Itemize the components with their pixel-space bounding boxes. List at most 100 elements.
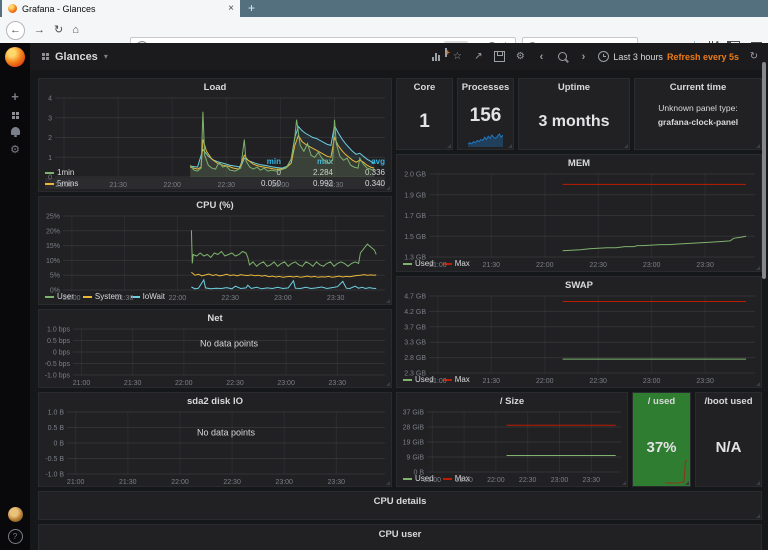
svg-text:0 B: 0 B <box>53 441 64 448</box>
panel-sda2-disk-io: sda2 disk IO 1.0 B0.5 B0 B-0.5 B-1.0 B21… <box>38 392 392 487</box>
panel-title[interactable]: Load <box>39 79 391 94</box>
svg-text:4.7 GB: 4.7 GB <box>404 294 426 301</box>
browser-tab-bar: Grafana - Glances × + <box>0 0 768 17</box>
svg-text:23:00: 23:00 <box>643 262 661 269</box>
svg-text:22:30: 22:30 <box>589 262 607 269</box>
share-dashboard-button[interactable]: ↗ <box>472 51 484 62</box>
panel-title[interactable]: CPU user <box>39 525 761 541</box>
panel-boot-used: /boot used N/A <box>695 392 762 487</box>
svg-text:22:00: 22:00 <box>536 378 554 385</box>
svg-text:21:00: 21:00 <box>429 262 447 269</box>
reload-icon[interactable]: ↻ <box>54 25 63 36</box>
panel-title[interactable]: Processes <box>458 79 513 94</box>
time-back-button[interactable]: ‹ <box>535 51 547 63</box>
scrollbar-thumb[interactable] <box>762 62 766 279</box>
configuration-gear-icon[interactable]: ⚙ <box>10 145 20 156</box>
help-icon[interactable]: ? <box>8 529 23 544</box>
svg-text:3: 3 <box>48 115 52 122</box>
swap-chart[interactable]: 4.7 GB4.2 GB3.7 GB3.3 GB2.8 GB2.3 GB21:0… <box>397 292 761 374</box>
svg-text:21:30: 21:30 <box>116 295 134 302</box>
svg-text:1.9 GB: 1.9 GB <box>404 192 426 199</box>
load-chart[interactable]: 4321021:0021:3022:0022:3023:0023:30 <box>39 94 391 156</box>
panel-title[interactable]: MEM <box>397 155 761 170</box>
dashboard-area: Load 4321021:0021:3022:0022:3023:0023:30… <box>30 70 768 550</box>
forward-icon[interactable]: → <box>34 25 45 36</box>
refresh-button[interactable]: ↻ <box>748 51 760 62</box>
svg-text:23:30: 23:30 <box>696 262 714 269</box>
svg-text:-1.0 bps: -1.0 bps <box>45 373 71 380</box>
grafana-sidebar: + ⚙ ? <box>0 43 30 550</box>
svg-text:22:00: 22:00 <box>536 262 554 269</box>
svg-text:21:30: 21:30 <box>483 378 501 385</box>
browser-tab[interactable]: Grafana - Glances × <box>2 0 240 17</box>
svg-text:1: 1 <box>48 155 52 162</box>
chart-canvas: 25%20%15%10%5%0%21:0021:3022:0022:3023:0… <box>39 212 391 302</box>
net-chart[interactable]: 1.0 bps0.5 bps0 bps-0.5 bps-1.0 bps21:00… <box>39 325 391 387</box>
svg-text:1.0 bps: 1.0 bps <box>47 327 70 334</box>
svg-text:22:00: 22:00 <box>169 295 187 302</box>
dashboards-icon[interactable] <box>12 112 19 119</box>
panel-title[interactable]: / used <box>633 393 690 408</box>
new-tab-button[interactable]: + <box>248 1 255 16</box>
time-forward-button[interactable]: › <box>577 51 589 63</box>
panel-cpu-details: CPU details <box>38 491 762 520</box>
save-icon <box>494 51 505 62</box>
dashboard-settings-button[interactable]: ⚙ <box>514 51 526 62</box>
chart-canvas: 1.0 bps0.5 bps0 bps-0.5 bps-1.0 bps21:00… <box>39 325 391 387</box>
chart-canvas: 4321021:0021:3022:0022:3023:0023:30 <box>39 94 391 189</box>
panel-title[interactable]: Core <box>397 79 452 94</box>
panel-title[interactable]: sda2 disk IO <box>39 393 391 408</box>
back-icon: ← <box>10 25 21 36</box>
svg-text:5%: 5% <box>50 273 60 280</box>
panel-title[interactable]: /boot used <box>696 393 761 408</box>
panel-core: Core 1 <box>396 78 453 150</box>
svg-text:15%: 15% <box>46 243 60 250</box>
panel-processes: Processes 156 <box>457 78 514 150</box>
star-dashboard-button[interactable]: ☆ <box>451 51 463 62</box>
panel-title[interactable]: SWAP <box>397 277 761 292</box>
panel-title[interactable]: Net <box>39 310 391 325</box>
user-avatar[interactable] <box>8 507 23 522</box>
refresh-interval-label[interactable]: Refresh every 5s <box>667 52 739 62</box>
cpu-chart[interactable]: 25%20%15%10%5%0%21:0021:3022:0022:3023:0… <box>39 212 391 291</box>
uptime-value: 3 months <box>519 94 629 149</box>
svg-text:23:00: 23:00 <box>272 182 290 189</box>
dashboard-title: Glances <box>55 51 98 63</box>
svg-text:0.5 bps: 0.5 bps <box>47 338 70 345</box>
panel-title[interactable]: Uptime <box>519 79 629 94</box>
svg-text:21:00: 21:00 <box>429 378 447 385</box>
time-range-label: Last 3 hours <box>613 52 663 62</box>
dashboard-title-button[interactable]: Glances ▾ <box>42 51 108 63</box>
back-button[interactable]: ← <box>6 21 25 40</box>
svg-text:23:30: 23:30 <box>696 378 714 385</box>
sda2-chart[interactable]: 1.0 B0.5 B0 B-0.5 B-1.0 B21:0021:3022:00… <box>39 408 391 486</box>
svg-text:21:30: 21:30 <box>483 262 501 269</box>
tab-close-icon[interactable]: × <box>228 3 234 14</box>
panel-title[interactable]: CPU details <box>39 492 761 508</box>
create-icon[interactable]: + <box>11 89 19 104</box>
save-dashboard-button[interactable] <box>493 51 505 62</box>
panel-title[interactable]: Current time <box>635 79 761 94</box>
panel-title[interactable]: CPU (%) <box>39 197 391 212</box>
grafana-favicon-icon <box>8 4 17 13</box>
zoom-out-button[interactable] <box>556 52 568 61</box>
svg-text:0.5 B: 0.5 B <box>48 425 65 432</box>
add-panel-button[interactable]: + <box>430 53 442 61</box>
mem-chart[interactable]: 2.0 GB1.9 GB1.7 GB1.5 GB1.3 GB21:0021:30… <box>397 170 761 258</box>
svg-text:23:00: 23:00 <box>275 479 293 486</box>
svg-text:No data points: No data points <box>197 428 256 438</box>
svg-text:0 B: 0 B <box>413 470 424 477</box>
svg-text:0: 0 <box>48 175 52 182</box>
panel-load: Load 4321021:0021:3022:0022:3023:0023:30… <box>38 78 392 192</box>
svg-text:2: 2 <box>48 135 52 142</box>
home-icon[interactable]: ⌂ <box>72 25 79 36</box>
grafana-navbar: Glances ▾ + ☆ ↗ ⚙ ‹ › Last 3 hours Refre… <box>0 43 768 71</box>
chevron-down-icon: ▾ <box>104 52 108 61</box>
alerting-bell-icon[interactable] <box>11 127 20 135</box>
root-size-chart[interactable]: 37 GiB28 GiB19 GiB9 GiB0 B21:0021:3022:0… <box>397 408 627 473</box>
svg-text:22:30: 22:30 <box>221 295 239 302</box>
time-range-picker[interactable]: Last 3 hours Refresh every 5s <box>598 51 739 62</box>
panel-mem: MEM 2.0 GB1.9 GB1.7 GB1.5 GB1.3 GB21:002… <box>396 154 762 272</box>
grafana-logo-icon[interactable] <box>5 47 25 67</box>
panel-title[interactable]: / Size <box>397 393 627 408</box>
